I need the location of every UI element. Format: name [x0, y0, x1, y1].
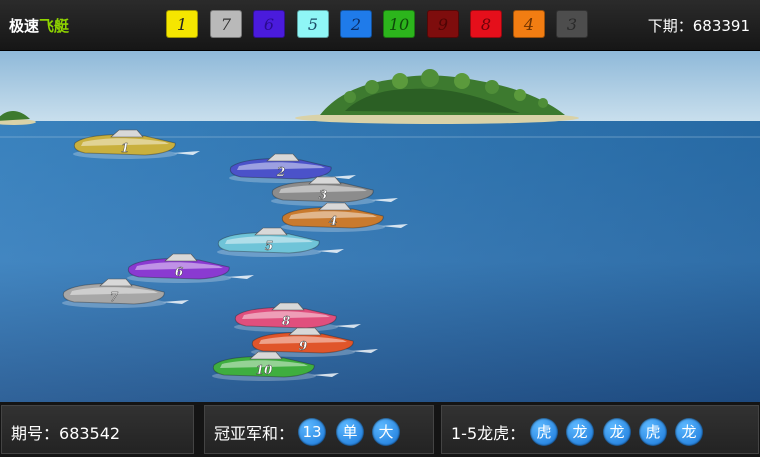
issue: 期号：683542: [11, 420, 120, 444]
sum-ball: 13: [298, 418, 326, 446]
rank-chip-2: 7: [210, 10, 242, 38]
dragon-tiger-ball: 龙: [566, 418, 594, 446]
top-bar: 极速飞艇 1 7 6 5 2 10 9 8 4 3 下期：683391: [0, 0, 760, 51]
rank-chip-4: 5: [297, 10, 329, 38]
dragon-tiger-ball: 龙: [675, 418, 703, 446]
dragon-tiger-ball: 虎: [639, 418, 667, 446]
issue-label: 期号：: [11, 424, 60, 443]
rank-chip-9: 4: [513, 10, 545, 38]
dragon-tiger-ball: 虎: [530, 418, 558, 446]
game-title-part2: 飞艇: [39, 17, 70, 35]
boat-number-6: 6: [175, 265, 184, 279]
sum-ball: 单: [336, 418, 364, 446]
rank-chip-10: 3: [556, 10, 588, 38]
dragon-tiger-label: 1-5龙虎：: [451, 424, 526, 443]
boat-number-1: 1: [121, 141, 129, 155]
rank-chip-5: 2: [340, 10, 372, 38]
rank-chip-6: 10: [383, 10, 415, 38]
boat-number-10: 10: [256, 363, 273, 377]
boat-number-5: 5: [265, 239, 273, 253]
rank-chip-7: 9: [427, 10, 459, 38]
sum-ball: 大: [372, 418, 400, 446]
dragon-tiger-panel: 1-5龙虎： 虎 龙 龙 虎 龙: [441, 405, 759, 454]
boat-number-4: 4: [329, 214, 337, 228]
boat-number-3: 3: [319, 188, 327, 202]
next-issue-label: 下期：: [647, 17, 693, 35]
game-title-part1: 极速: [9, 17, 40, 35]
next-issue-number: 683391: [692, 17, 750, 35]
rank-chip-1: 1: [166, 10, 198, 38]
bottom-bar: 期号：683542 冠亚军和： 13 单 大 1-5龙虎： 虎 龙 龙 虎 龙: [0, 402, 760, 457]
issue-panel: 期号：683542: [1, 405, 194, 454]
boat-number-2: 2: [276, 165, 285, 179]
next-issue: 下期：683391: [648, 15, 750, 36]
sum-panel: 冠亚军和： 13 单 大: [204, 405, 434, 454]
race-scene: 1 2 3 4 5 6 7 8 9 10: [0, 51, 760, 402]
rank-chip-8: 8: [470, 10, 502, 38]
sea-shade: [0, 121, 760, 402]
dragon-tiger-ball: 龙: [603, 418, 631, 446]
race-scene-graphic: 1 2 34 5 6 7 89 10: [0, 51, 760, 402]
game-title: 极速飞艇: [9, 15, 69, 36]
boat-number-9: 9: [299, 339, 308, 353]
boat-number-8: 8: [282, 314, 291, 328]
boat-number-7: 7: [110, 290, 119, 304]
issue-number: 683542: [59, 424, 121, 443]
sum-label: 冠亚军和：: [214, 424, 295, 443]
rank-chip-3: 6: [253, 10, 285, 38]
